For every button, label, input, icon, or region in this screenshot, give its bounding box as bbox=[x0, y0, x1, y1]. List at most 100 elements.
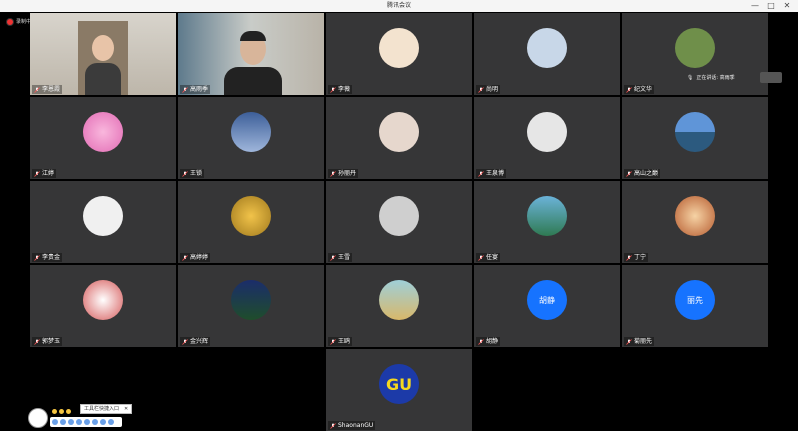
tool-icon[interactable] bbox=[100, 419, 106, 425]
participant-name: 孙丽丹 bbox=[338, 170, 357, 177]
participant-name-tag: 尚明 bbox=[476, 85, 501, 94]
record-icon bbox=[7, 18, 13, 25]
participant-tile[interactable]: 孙丽丹 bbox=[326, 97, 472, 179]
participant-tile[interactable]: 李薇 bbox=[326, 13, 472, 95]
mic-muted-icon bbox=[478, 170, 484, 177]
profile-avatar bbox=[675, 28, 715, 68]
tool-icon[interactable] bbox=[92, 419, 98, 425]
participant-tile[interactable]: 金兴辉 bbox=[178, 265, 324, 347]
profile-avatar bbox=[83, 112, 123, 152]
participant-name-tag: 菊丽先 bbox=[624, 337, 655, 346]
mic-muted-icon bbox=[478, 86, 484, 93]
recording-indicator[interactable]: 录制中 bbox=[7, 18, 31, 25]
participant-tile[interactable]: 王鸥 bbox=[326, 265, 472, 347]
participant-name: 王泉博 bbox=[486, 170, 505, 177]
participant-tile[interactable]: 尚明 bbox=[474, 13, 620, 95]
participant-name-tag: 胡静 bbox=[476, 337, 501, 346]
mic-muted-icon bbox=[478, 338, 484, 345]
tool-icon[interactable] bbox=[68, 419, 74, 425]
profile-avatar bbox=[83, 280, 123, 320]
tool-icon[interactable] bbox=[108, 419, 114, 425]
participant-tile[interactable]: 高婷婷 bbox=[178, 181, 324, 263]
quick-toolbar bbox=[50, 417, 122, 427]
initials-avatar: 胡静 bbox=[527, 280, 567, 320]
participant-name-tag: 高山之巅 bbox=[624, 169, 661, 178]
profile-avatar bbox=[379, 280, 419, 320]
participant-name-tag: 王锁 bbox=[180, 169, 205, 178]
participant-name: 李薇 bbox=[338, 86, 351, 93]
maximize-button[interactable]: □ bbox=[764, 0, 778, 12]
tool-icon[interactable] bbox=[84, 419, 90, 425]
profile-avatar bbox=[231, 112, 271, 152]
participant-tile[interactable]: 李恩霞 bbox=[30, 13, 176, 95]
profile-avatar bbox=[379, 28, 419, 68]
minimize-button[interactable]: — bbox=[748, 0, 762, 12]
participant-name-tag: 李恩霞 bbox=[32, 85, 63, 94]
profile-avatar bbox=[379, 112, 419, 152]
mic-muted-icon bbox=[182, 170, 188, 177]
participant-name: 李贵金 bbox=[42, 254, 61, 261]
participant-tile[interactable]: 王锁 bbox=[178, 97, 324, 179]
mic-muted-icon bbox=[478, 254, 484, 261]
participant-name-tag: 纪文华 bbox=[624, 85, 655, 94]
mic-muted-icon bbox=[626, 254, 632, 261]
participant-tile[interactable]: 李贵金 bbox=[30, 181, 176, 263]
participant-tile[interactable]: 丁宁 bbox=[622, 181, 768, 263]
participant-tile[interactable]: 江婷 bbox=[30, 97, 176, 179]
participant-name: 江婷 bbox=[42, 170, 55, 177]
participant-tile[interactable]: 王雪 bbox=[326, 181, 472, 263]
speaking-indicator: 🎙 正在讲话: 高雨季 bbox=[687, 74, 735, 82]
mic-muted-icon bbox=[330, 338, 336, 345]
tool-icon[interactable] bbox=[76, 419, 82, 425]
participant-tile[interactable]: GU ShaonanGU bbox=[326, 349, 472, 431]
profile-avatar bbox=[527, 196, 567, 236]
participant-name-tag: 任宴 bbox=[476, 253, 501, 262]
participant-name-tag: 李薇 bbox=[328, 85, 353, 94]
tool-icon[interactable] bbox=[52, 419, 58, 425]
tool-icon[interactable] bbox=[60, 419, 66, 425]
participant-name-tag: 王鸥 bbox=[328, 337, 353, 346]
participant-tile[interactable]: 郭梦玉 bbox=[30, 265, 176, 347]
close-icon[interactable]: ✕ bbox=[124, 405, 128, 413]
participant-name-tag: 高雨季 bbox=[180, 85, 211, 94]
participant-tile[interactable]: 丽先菊丽先 bbox=[622, 265, 768, 347]
participant-tile[interactable]: 任宴 bbox=[474, 181, 620, 263]
participant-tile[interactable]: 王泉博 bbox=[474, 97, 620, 179]
avatar-initials: 丽先 bbox=[687, 295, 703, 305]
floating-avatar[interactable] bbox=[28, 408, 48, 428]
emoji-icon bbox=[66, 409, 71, 414]
view-switch-icon[interactable] bbox=[760, 72, 782, 83]
profile-avatar bbox=[231, 280, 271, 320]
mic-muted-icon bbox=[626, 170, 632, 177]
mic-muted-icon bbox=[330, 86, 336, 93]
mic-muted-icon bbox=[330, 170, 336, 177]
participant-tile[interactable]: 高雨季 bbox=[178, 13, 324, 95]
participant-tile[interactable]: 高山之巅 bbox=[622, 97, 768, 179]
close-button[interactable]: ✕ bbox=[780, 0, 794, 12]
mic-muted-icon bbox=[182, 338, 188, 345]
participant-name: 丁宁 bbox=[634, 254, 647, 261]
participant-name: 尚明 bbox=[486, 86, 499, 93]
speaking-label: 正在讲话: 高雨季 bbox=[696, 75, 735, 81]
window-title: 腾讯会议 bbox=[386, 2, 411, 9]
participant-name-tag: 郭梦玉 bbox=[32, 337, 63, 346]
toolbar-shortcut-entry[interactable]: 工具栏快捷入口 ✕ bbox=[80, 404, 133, 414]
mic-muted-icon bbox=[182, 86, 188, 93]
participant-name: 任宴 bbox=[486, 254, 499, 261]
gu-logo-avatar: GU bbox=[379, 364, 419, 404]
profile-avatar bbox=[675, 112, 715, 152]
participant-name-tag: 王雪 bbox=[328, 253, 353, 262]
entry-label: 工具栏快捷入口 bbox=[84, 406, 120, 412]
participant-name: 菊丽先 bbox=[634, 338, 653, 345]
participant-name: 王锁 bbox=[190, 170, 203, 177]
participant-tile[interactable]: 胡静 胡静 bbox=[474, 265, 620, 347]
profile-avatar bbox=[675, 196, 715, 236]
participant-name: 胡静 bbox=[486, 338, 499, 345]
participant-name: 李恩霞 bbox=[42, 86, 61, 93]
participant-tile[interactable]: 纪文华 bbox=[622, 13, 768, 95]
emoji-icon bbox=[52, 409, 57, 414]
participant-name-tag: 高婷婷 bbox=[180, 253, 211, 262]
mic-muted-icon bbox=[34, 86, 40, 93]
participant-name: 高雨季 bbox=[190, 86, 209, 93]
mic-muted-icon bbox=[330, 422, 336, 429]
